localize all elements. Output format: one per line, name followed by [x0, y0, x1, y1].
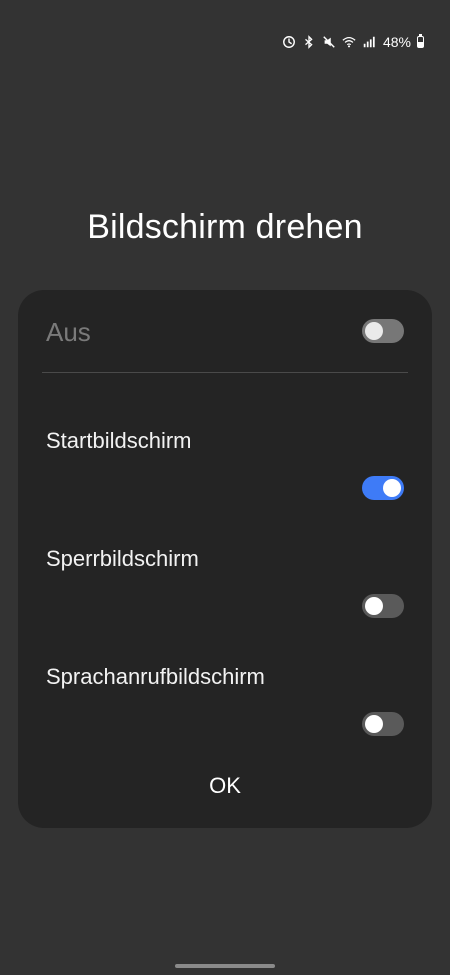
rotation-dialog: Aus Startbildschirm Sperrbildschirm Spra…: [18, 290, 432, 828]
toggle-knob: [365, 322, 383, 340]
toggle-startbildschirm[interactable]: [362, 476, 404, 500]
toggle-sperrbildschirm[interactable]: [362, 594, 404, 618]
battery-icon: [417, 34, 424, 48]
toggle-sprachanrufbildschirm[interactable]: [362, 712, 404, 736]
screen: 48% Bildschirm drehen Aus Startbildschir…: [0, 0, 450, 975]
option-label-startbildschirm: Startbildschirm: [46, 428, 192, 453]
off-option-row[interactable]: Aus: [46, 314, 404, 350]
bluetooth-icon: [301, 35, 317, 49]
status-bar: 48%: [281, 34, 424, 50]
signal-icon: [361, 35, 377, 49]
divider: [42, 372, 408, 373]
toggle-knob: [383, 479, 401, 497]
off-option-label: Aus: [46, 316, 91, 347]
toggle-knob: [365, 597, 383, 615]
mute-icon: [321, 35, 337, 49]
data-saver-icon: [281, 35, 297, 49]
option-label-sprachanrufbildschirm: Sprachanrufbildschirm: [46, 664, 265, 689]
option-label-sperrbildschirm: Sperrbildschirm: [46, 546, 199, 571]
battery-percentage: 48%: [382, 34, 411, 50]
off-toggle[interactable]: [362, 319, 404, 343]
dialog-title: Bildschirm drehen: [87, 208, 363, 246]
ok-button[interactable]: OK: [18, 762, 432, 810]
wifi-icon: [341, 35, 357, 49]
toggle-knob: [365, 715, 383, 733]
home-indicator[interactable]: [175, 964, 275, 968]
